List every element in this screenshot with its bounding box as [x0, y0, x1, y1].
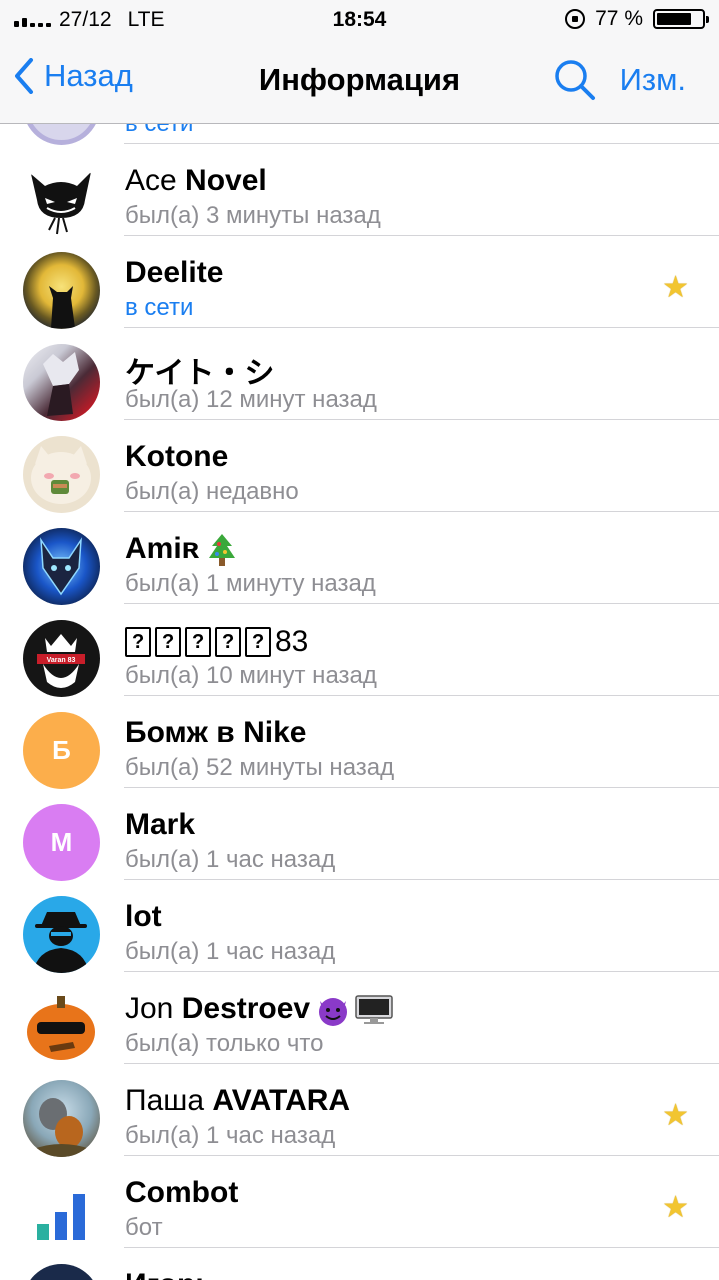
contact-status: был(а) 10 минут назад — [125, 662, 377, 689]
contact-name: Jon Destroev — [125, 992, 394, 1027]
contact-list[interactable]: в сети Ace Novel был(а) 3 минуты назад D… — [0, 124, 719, 1280]
avatar — [23, 160, 100, 237]
contact-row-ace-novel[interactable]: Ace Novel был(а) 3 минуты назад — [0, 144, 719, 237]
avatar — [23, 252, 100, 329]
avatar-caption: Varan 83 — [47, 657, 76, 664]
devil-cat-avatar-icon — [31, 172, 91, 235]
contact-row-kotone[interactable]: Kotone был(а) недавно — [0, 420, 719, 513]
back-label: Назад — [44, 58, 133, 93]
contact-status: в сети — [125, 294, 194, 321]
contact-status: был(а) 1 час назад — [125, 1122, 336, 1149]
contact-status: был(а) 1 минуту назад — [125, 570, 376, 597]
contact-row-varan83[interactable]: Varan 83 83 был(а) 10 минут назад — [0, 604, 719, 697]
avatar — [23, 1172, 100, 1249]
christmas-tree-icon — [209, 534, 236, 567]
avatar: Varan 83 — [23, 620, 100, 697]
spy-avatar-icon — [33, 912, 89, 973]
battery-percent: 77 % — [595, 7, 643, 30]
avatar — [23, 988, 100, 1065]
contact-row-jon-destroev[interactable]: Jon Destroev был(а) только что — [0, 972, 719, 1065]
cat-silhouette-icon — [49, 286, 75, 328]
avatar — [23, 436, 100, 513]
contact-row-mark[interactable]: M Mark был(а) 1 час назад — [0, 788, 719, 881]
contact-row-lot[interactable]: lot был(а) 1 час назад — [0, 880, 719, 973]
rotation-lock-icon — [565, 9, 586, 29]
list-item-partial[interactable]: в сети — [0, 124, 719, 145]
contact-name: Ace Novel — [125, 164, 267, 197]
star-icon: ★ — [662, 1099, 689, 1132]
smiling-devil-icon — [319, 998, 348, 1027]
avatar — [23, 528, 100, 605]
contact-row-amir[interactable]: Amiʀ был(а) 1 минуту назад — [0, 512, 719, 605]
avatar — [23, 344, 100, 421]
contact-row-deelite[interactable]: Deelite в сети ★ — [0, 236, 719, 329]
navigation-bar: Назад Информация Изм. — [0, 40, 719, 124]
avatar — [23, 1264, 100, 1280]
contact-status: был(а) 52 минуты назад — [125, 754, 395, 781]
star-icon: ★ — [662, 1191, 689, 1224]
star-icon: ★ — [662, 271, 689, 304]
avatar: Б — [23, 712, 100, 789]
chevron-left-icon — [15, 58, 33, 94]
search-button[interactable] — [553, 58, 597, 107]
anime-character-avatar-icon — [43, 352, 79, 416]
pumpkin-avatar-icon — [27, 996, 95, 1060]
contact-status: был(а) 1 час назад — [125, 938, 336, 965]
battery-icon — [653, 9, 709, 29]
contact-row-pasha-avatara[interactable]: Паша AVATARA был(а) 1 час назад ★ — [0, 1064, 719, 1157]
search-icon — [555, 60, 595, 100]
contact-row-keito[interactable]: ケイト・シ был(а) 12 минут назад — [0, 328, 719, 421]
wolf-avatar-icon — [40, 537, 82, 596]
contact-name: Паша AVATARA — [125, 1084, 351, 1117]
king-avatar-icon: Varan 83 — [37, 634, 85, 688]
cat-avatar-icon — [31, 446, 91, 504]
bar-chart-logo-icon — [37, 1194, 85, 1240]
contact-name: Kotone — [125, 440, 229, 473]
contact-name: Бомж в Nike — [125, 716, 307, 749]
contact-status: был(а) только что — [125, 1030, 324, 1057]
contact-row-combot[interactable]: Combot бот ★ — [0, 1156, 719, 1249]
contact-status: был(а) 3 минуты назад — [125, 202, 381, 229]
desktop-computer-icon — [355, 995, 393, 1025]
contact-status: был(а) недавно — [125, 478, 299, 505]
avatar — [23, 1080, 100, 1157]
animal-avatar-icon — [31, 1098, 93, 1157]
contact-row-igor[interactable]: Игорь — [0, 1248, 719, 1280]
contact-name: Игорь — [125, 1268, 214, 1280]
status-bar: 27/12 LTE 18:54 77 % — [0, 0, 719, 40]
contact-status: был(а) 1 час назад — [125, 846, 336, 873]
contact-name: Mark — [125, 808, 196, 841]
avatar — [23, 896, 100, 973]
status-right-group: 77 % — [565, 7, 709, 31]
contact-name: lot — [125, 900, 162, 933]
contact-status: в сети — [125, 124, 193, 138]
contact-status: был(а) 12 минут назад — [125, 386, 377, 413]
contact-row-bomzh[interactable]: Б Бомж в Nike был(а) 52 минуты назад — [0, 696, 719, 789]
avatar — [23, 124, 100, 145]
contact-name: Combot — [125, 1176, 239, 1209]
edit-button[interactable]: Изм. — [620, 62, 686, 98]
avatar: M — [23, 804, 100, 881]
contact-name: Amiʀ — [125, 532, 237, 568]
back-button[interactable]: Назад — [14, 58, 133, 94]
contact-name: Deelite — [125, 256, 224, 289]
contact-status: бот — [125, 1214, 163, 1241]
contact-name: 83 — [125, 624, 308, 659]
